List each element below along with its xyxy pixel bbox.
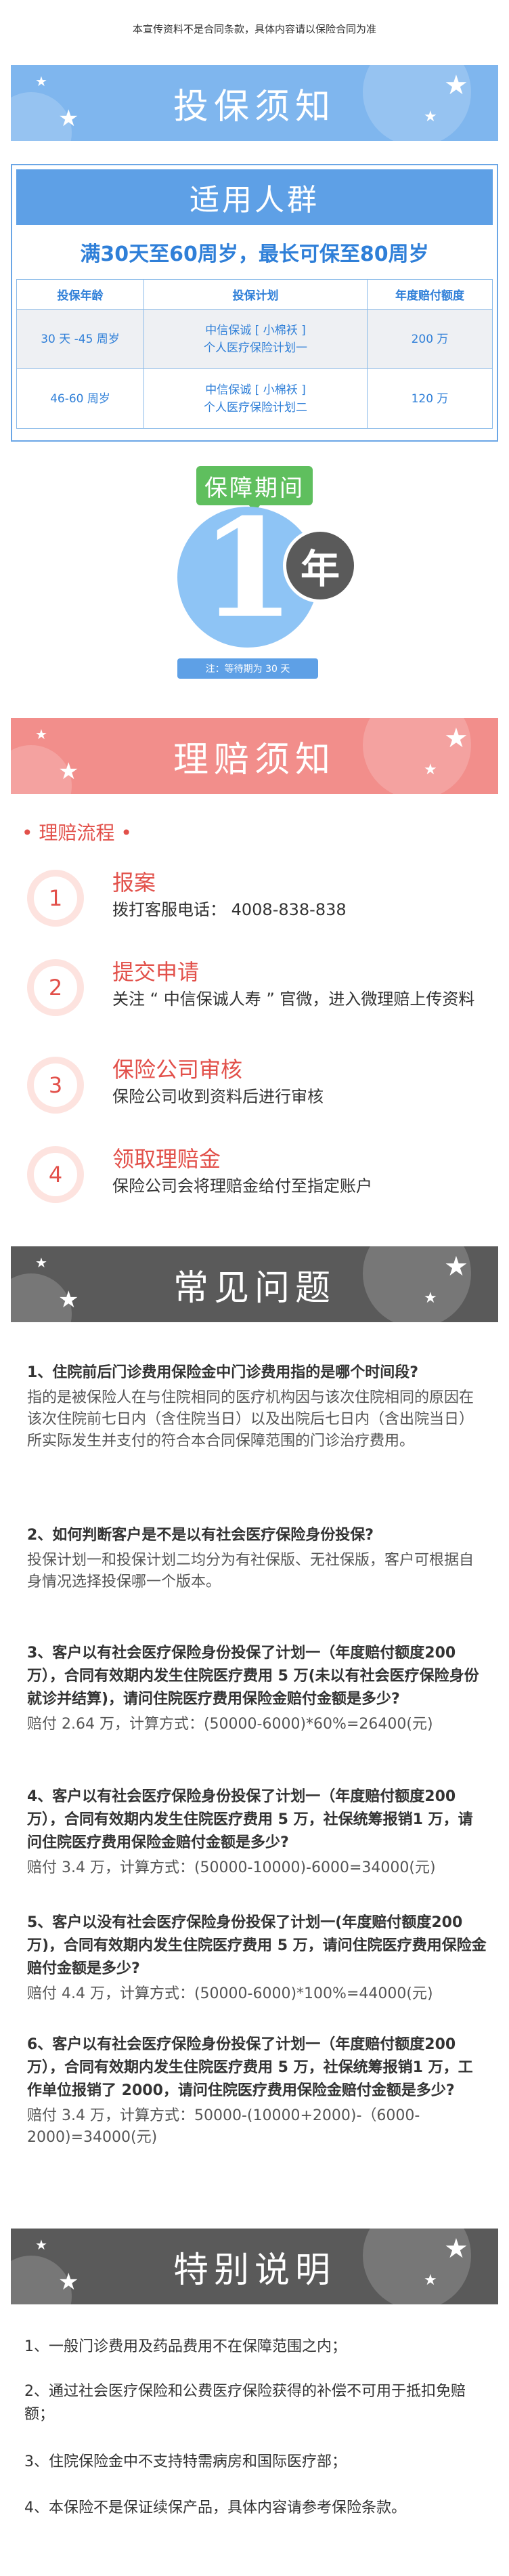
plan-line: 个人医疗保险计划二 [204, 400, 307, 415]
plan-line: 中信保诚 [ 小棉袄 ] [205, 383, 306, 397]
faq-question: 3、客户以有社会医疗保险身份投保了计划一（年度赔付额度200 万），合同有效期内… [27, 1645, 479, 1708]
special-note: 3、住院保险金中不支持特需病房和国际医疗部； [24, 2453, 347, 2470]
table-header-amount: 年度赔付额度 [367, 279, 493, 310]
table-row: 30 天 -45 周岁 中信保诚 [ 小棉袄 ] 个人医疗保险计划一 200 万 [16, 309, 493, 369]
flow-step: 1 报案 拨打客服电话： 4008-838-838 [27, 864, 501, 932]
flow-step: 3 保险公司审核 保险公司收到资料后进行审核 [27, 1051, 501, 1119]
notice-title: 投保须知 [173, 86, 336, 127]
special-banner: ★ ★ ★ ★ 特别说明 [11, 2229, 498, 2304]
faq-answer: 赔付 3.4 万，计算方式：50000-(10000+2000)-（6000-2… [27, 2107, 420, 2146]
page: 本宣传资料不是合同条款，具体内容请以保险合同为准 ★ ★ ★ ★ 投保须知 适用… [0, 0, 509, 2576]
table-cell-plan: 中信保诚 [ 小棉袄 ] 个人医疗保险计划一 [143, 309, 368, 369]
step-number: 2 [34, 966, 77, 1009]
faq-item: 6、客户以有社会医疗保险身份投保了计划一（年度赔付额度200 万），合同有效期内… [27, 2033, 487, 2149]
eligibility-title: 适用人群 [16, 169, 493, 225]
plan-line: 个人医疗保险计划一 [204, 341, 307, 355]
step-heading: 报案 [112, 870, 156, 895]
step-number: 4 [34, 1153, 77, 1196]
claim-flow-title: • 理赔流程 • [22, 822, 132, 844]
step-description: 保险公司收到资料后进行审核 [112, 1087, 324, 1106]
faq-item: 1、住院前后门诊费用保险金中门诊费用指的是哪个时间段? 指的是被保险人在与住院相… [27, 1361, 487, 1452]
step-heading: 领取理赔金 [112, 1146, 221, 1172]
faq-answer: 赔付 2.64 万，计算方式：(50000-6000)*60%=26400(元) [27, 1716, 433, 1733]
faq-question: 5、客户以没有社会医疗保险身份投保了计划一(年度赔付额度200 万)，合同有效期… [27, 1914, 487, 1977]
step-description: 保险公司会将理赔金给付至指定账户 [112, 1177, 372, 1196]
table-cell-plan: 中信保诚 [ 小棉袄 ] 个人医疗保险计划二 [143, 368, 368, 429]
table-row: 46-60 周岁 中信保诚 [ 小棉袄 ] 个人医疗保险计划二 120 万 [16, 368, 493, 429]
faq-question: 4、客户以有社会医疗保险身份投保了计划一（年度赔付额度200 万），合同有效期内… [27, 1788, 473, 1851]
table-cell-age: 46-60 周岁 [16, 368, 144, 429]
table-cell-amount: 200 万 [367, 309, 493, 369]
eligibility-table: 投保年龄 投保计划 年度赔付额度 30 天 -45 周岁 中信保诚 [ 小棉袄 … [16, 279, 493, 429]
table-cell-age: 30 天 -45 周岁 [16, 309, 144, 369]
eligibility-subtitle: 满30天至60周岁，最长可保至80周岁 [80, 242, 429, 266]
table-header-plan: 投保计划 [143, 279, 368, 310]
faq-item: 4、客户以有社会医疗保险身份投保了计划一（年度赔付额度200 万），合同有效期内… [27, 1786, 487, 1879]
step-heading: 提交申请 [112, 959, 200, 985]
step-description: 拨打客服电话： 4008-838-838 [112, 900, 347, 919]
special-title: 特别说明 [173, 2250, 336, 2291]
table-cell-amount: 120 万 [367, 368, 493, 429]
faq-answer: 指的是被保险人在与住院相同的医疗机构因与该次住院相同的原因在该次住院前七日内（含… [27, 1389, 474, 1450]
faq-answer: 赔付 4.4 万，计算方式：(50000-6000)*100%=44000(元) [27, 1985, 433, 2002]
claim-title: 理赔须知 [173, 739, 336, 780]
special-note: 1、一般门诊费用及药品费用不在保障范围之内； [24, 2338, 347, 2355]
period-note: 注：等待期为 30 天 [177, 658, 318, 679]
step-number: 3 [34, 1063, 77, 1107]
special-note: 2、通过社会医疗保险和公费医疗保险获得的补偿不可用于抵扣免赔额； [24, 2383, 466, 2423]
step-heading: 保险公司审核 [112, 1057, 243, 1082]
step-description: 关注 “ 中信保诚人寿 ” 官微，进入微理赔上传资料 [112, 990, 475, 1009]
faq-question: 1、住院前后门诊费用保险金中门诊费用指的是哪个时间段? [27, 1364, 419, 1381]
eligibility-box: 适用人群 满30天至60周岁，最长可保至80周岁 投保年龄 投保计划 年度赔付额… [11, 164, 498, 442]
faq-item: 5、客户以没有社会医疗保险身份投保了计划一(年度赔付额度200 万)，合同有效期… [27, 1912, 487, 2005]
notice-banner: ★ ★ ★ ★ 投保须知 [11, 65, 498, 141]
faq-item: 2、如何判断客户是不是以有社会医疗保险身份投保? 投保计划一和投保计划二均分为有… [27, 1524, 487, 1593]
period-unit-badge: 年 [283, 528, 357, 603]
faq-title: 常见问题 [173, 1267, 336, 1309]
faq-answer: 投保计划一和投保计划二均分为有社保版、无社保版，客户可根据自身情况选择投保哪一个… [27, 1552, 474, 1590]
table-header-age: 投保年龄 [16, 279, 144, 310]
faq-question: 2、如何判断客户是不是以有社会医疗保险身份投保? [27, 1527, 374, 1544]
flow-step: 2 提交申请 关注 “ 中信保诚人寿 ” 官微，进入微理赔上传资料 [27, 954, 501, 1021]
faq-answer: 赔付 3.4 万，计算方式：(50000-10000)-6000=34000(元… [27, 1859, 436, 1876]
plan-line: 中信保诚 [ 小棉袄 ] [205, 323, 306, 337]
step-number: 1 [34, 877, 77, 920]
flow-step: 4 领取理赔金 保险公司会将理赔金给付至指定账户 [27, 1141, 501, 1208]
special-note: 4、本保险不是保证续保产品，具体内容请参考保险条款。 [24, 2499, 406, 2516]
faq-question: 6、客户以有社会医疗保险身份投保了计划一（年度赔付额度200 万），合同有效期内… [27, 2036, 473, 2099]
disclaimer-text: 本宣传资料不是合同条款，具体内容请以保险合同为准 [132, 23, 376, 35]
faq-item: 3、客户以有社会医疗保险身份投保了计划一（年度赔付额度200 万），合同有效期内… [27, 1642, 487, 1735]
claim-banner: ★ ★ ★ ★ 理赔须知 [11, 718, 498, 794]
faq-banner: ★ ★ ★ ★ 常见问题 [11, 1246, 498, 1322]
